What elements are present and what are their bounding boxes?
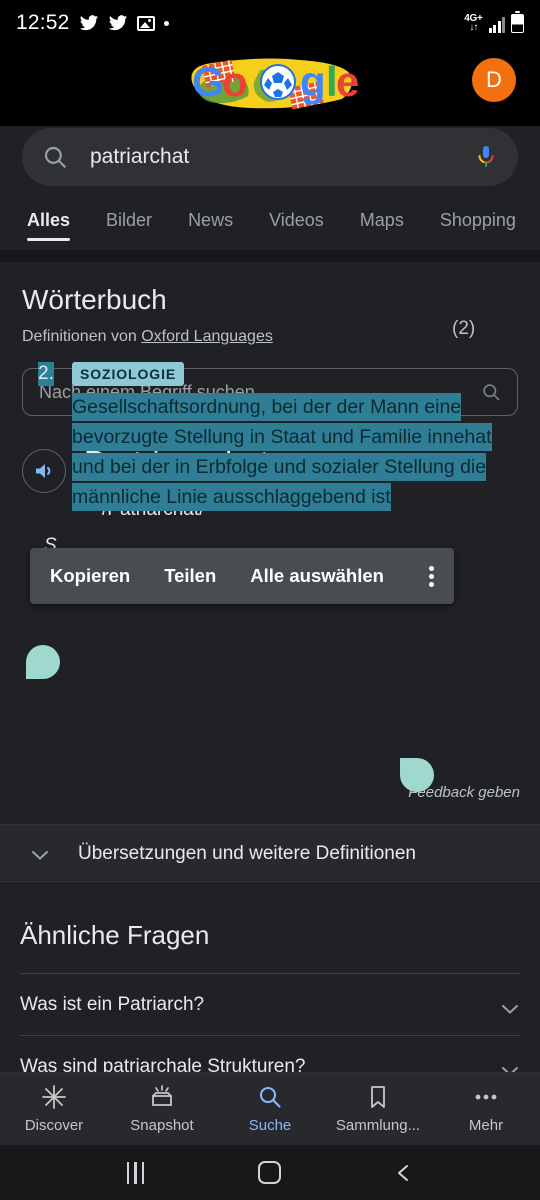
tab-maps[interactable]: Maps xyxy=(360,202,404,231)
home-icon[interactable] xyxy=(258,1161,282,1184)
photo-icon xyxy=(136,15,155,31)
selection-handle-start[interactable] xyxy=(26,645,60,679)
menu-item-alle-auswaehlen[interactable]: Alle auswählen xyxy=(250,565,384,587)
more-horizontal-icon xyxy=(473,1084,499,1110)
tab-news[interactable]: News xyxy=(188,202,233,231)
search-bar[interactable]: patriarchat xyxy=(22,128,518,186)
definition-number: 2. xyxy=(38,362,54,386)
translations-expander-label: Übersetzungen und weitere Definitionen xyxy=(78,843,416,864)
sense-count: (2) xyxy=(452,318,476,339)
section-title: Ähnliche Fragen xyxy=(20,920,210,950)
search-input[interactable]: patriarchat xyxy=(90,145,474,169)
twitter-icon xyxy=(108,13,128,33)
svg-text:G: G xyxy=(192,58,225,105)
menu-item-teilen[interactable]: Teilen xyxy=(164,565,216,587)
chevron-down-icon xyxy=(500,1061,520,1076)
oxford-languages-link[interactable]: Oxford Languages xyxy=(141,328,273,345)
status-clock: 12:52 xyxy=(16,11,70,34)
avatar[interactable]: D xyxy=(472,58,516,102)
android-navigation-bar[interactable] xyxy=(0,1145,540,1200)
search-icon xyxy=(257,1084,283,1110)
google-doodle[interactable]: G o g l e xyxy=(180,52,360,114)
nav-item-snapshot[interactable]: Snapshot xyxy=(108,1084,216,1134)
tab-videos[interactable]: Videos xyxy=(269,202,324,231)
recents-icon[interactable] xyxy=(126,1161,145,1184)
more-vertical-icon[interactable] xyxy=(429,565,434,587)
tab-shopping[interactable]: Shopping xyxy=(440,202,516,231)
tab-bilder[interactable]: Bilder xyxy=(106,202,152,231)
result-tabs[interactable]: Alles Bilder News Videos Maps Shopping xyxy=(0,202,540,250)
chevron-down-icon xyxy=(500,999,520,1014)
svg-text:e: e xyxy=(336,58,359,105)
paa-question-label: Was ist ein Patriarch? xyxy=(20,993,205,1015)
nav-label: Mehr xyxy=(468,1117,504,1134)
nav-label: Snapshot xyxy=(130,1117,194,1134)
nav-label: Discover xyxy=(24,1117,84,1134)
definition-text[interactable]: Gesellschaftsordnung, bei der der Mann e… xyxy=(72,392,510,512)
battery-icon xyxy=(511,10,524,33)
dictionary-source: Definitionen von Oxford Languages xyxy=(22,328,518,346)
snapshot-icon xyxy=(149,1084,175,1110)
back-icon[interactable] xyxy=(395,1164,413,1182)
section-divider xyxy=(0,250,540,262)
tab-alles[interactable]: Alles xyxy=(27,202,71,241)
definition-domain-label: SOZIOLOGIE xyxy=(72,362,185,386)
nav-item-suche[interactable]: Suche xyxy=(216,1084,324,1134)
nav-item-discover[interactable]: Discover xyxy=(0,1084,108,1134)
avatar-initial: D xyxy=(486,67,502,92)
svg-text:o: o xyxy=(222,58,248,105)
status-bar: 12:52 4G+ ↓↑ xyxy=(0,0,540,46)
app-header: G o g l e D xyxy=(0,46,540,126)
nav-label: Sammlung... xyxy=(335,1117,421,1134)
bottom-navigation[interactable]: Discover Snapshot Suche Sammlung... Mehr xyxy=(0,1072,540,1145)
source-prefix: Definitionen von xyxy=(22,328,137,345)
definition-item: 2. SOZIOLOGIE Gesellschaftsordnung, bei … xyxy=(38,362,510,512)
asterisk-icon xyxy=(41,1084,67,1110)
svg-text:g: g xyxy=(300,58,326,105)
page-title: Wörterbuch xyxy=(22,284,167,315)
text-selection-menu[interactable]: Kopieren Teilen Alle auswählen xyxy=(30,548,454,604)
microphone-icon[interactable] xyxy=(474,144,498,170)
nav-item-sammlungen[interactable]: Sammlung... xyxy=(324,1084,432,1134)
nav-label: Suche xyxy=(248,1117,292,1134)
phone-screen: 12:52 4G+ ↓↑ G o g l e D patriarchat All… xyxy=(0,0,540,1200)
paa-question-row[interactable]: Was ist ein Patriarch? xyxy=(20,973,520,1035)
feedback-link[interactable]: Feedback geben xyxy=(408,784,520,801)
dot-icon xyxy=(163,20,169,26)
search-icon xyxy=(42,144,68,170)
menu-item-kopieren[interactable]: Kopieren xyxy=(50,565,130,587)
bookmark-icon xyxy=(365,1084,391,1110)
nav-item-mehr[interactable]: Mehr xyxy=(432,1084,540,1134)
network-type-indicator: 4G+ ↓↑ xyxy=(464,12,483,33)
chevron-down-icon xyxy=(30,848,50,860)
translations-expander[interactable]: Übersetzungen und weitere Definitionen xyxy=(0,824,540,884)
signal-icon xyxy=(488,16,505,33)
twitter-icon xyxy=(79,13,99,33)
people-also-ask: Ähnliche Fragen Was ist ein Patriarch? W… xyxy=(0,896,540,1097)
